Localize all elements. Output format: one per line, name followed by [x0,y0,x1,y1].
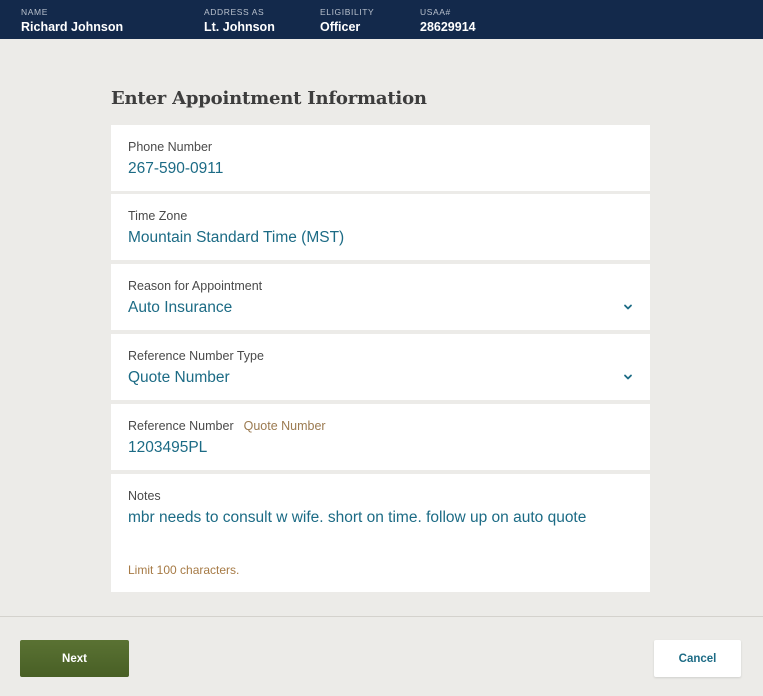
reference-number-label: Reference Number [128,419,234,433]
reference-number-hint: Quote Number [243,419,326,433]
cancel-button[interactable]: Cancel [654,640,741,677]
phone-number-field[interactable]: Phone Number 267-590-0911 [111,125,650,191]
notes-label: Notes [128,489,161,503]
notes-field[interactable]: Notes mbr needs to consult w wife. short… [111,474,650,592]
usaa-number-label: USAA# [420,7,451,17]
usaa-number-value: 28629914 [420,20,476,34]
address-as-label: ADDRESS AS [204,7,265,17]
eligibility-value: Officer [320,20,361,34]
reason-select[interactable]: Reason for Appointment Auto Insurance [111,264,650,330]
footer-divider [0,616,763,617]
reason-value[interactable]: Auto Insurance [128,299,232,317]
eligibility-label: ELIGIBILITY [320,7,375,17]
reference-type-select[interactable]: Reference Number Type Quote Number [111,334,650,400]
reference-number-field[interactable]: Reference Number Quote Number 1203495PL [111,404,650,470]
reference-number-label-row: Reference Number Quote Number [128,419,326,433]
time-zone-value[interactable]: Mountain Standard Time (MST) [128,229,344,247]
member-name-label: NAME [21,7,48,17]
eligibility-field: ELIGIBILITY Officer [320,7,374,36]
reason-label: Reason for Appointment [128,279,263,293]
time-zone-label: Time Zone [128,209,188,223]
phone-number-value[interactable]: 267-590-0911 [128,160,223,178]
member-header: NAME Richard Johnson ADDRESS AS Lt. John… [0,0,763,39]
reference-number-value[interactable]: 1203495PL [128,439,207,457]
chevron-down-icon[interactable] [622,371,634,383]
address-as-field: ADDRESS AS Lt. Johnson [204,7,275,36]
notes-value[interactable]: mbr needs to consult w wife. short on ti… [128,509,586,527]
notes-limit-text: Limit 100 characters. [128,563,240,577]
page-title: Enter Appointment Information [111,88,427,109]
reference-type-label: Reference Number Type [128,349,264,363]
address-as-value: Lt. Johnson [204,20,275,34]
chevron-down-icon[interactable] [622,301,634,313]
member-name-field: NAME Richard Johnson [21,7,123,36]
time-zone-field[interactable]: Time Zone Mountain Standard Time (MST) [111,194,650,260]
next-button[interactable]: Next [20,640,129,677]
phone-number-label: Phone Number [128,140,213,154]
member-name-value: Richard Johnson [21,20,124,34]
usaa-number-field: USAA# 28629914 [420,7,476,36]
reference-type-value[interactable]: Quote Number [128,369,230,387]
